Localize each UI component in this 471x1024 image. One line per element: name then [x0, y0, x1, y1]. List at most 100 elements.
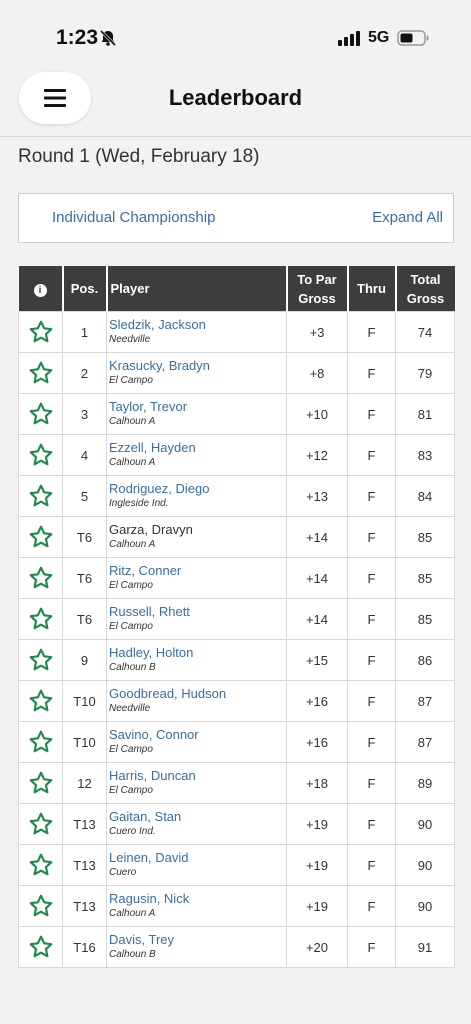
player-cell[interactable]: Russell, Rhett El Campo — [106, 598, 287, 640]
table-row[interactable]: T10 Goodbread, Hudson Needville +16 F 87 — [18, 680, 455, 722]
championship-link[interactable]: Individual Championship — [52, 209, 215, 226]
star-icon[interactable] — [19, 565, 62, 591]
favorite-star-cell[interactable] — [18, 639, 63, 681]
favorite-star-cell[interactable] — [18, 762, 63, 804]
favorite-star-cell[interactable] — [18, 557, 63, 599]
star-icon[interactable] — [19, 729, 62, 755]
player-cell[interactable]: Garza, Dravyn Calhoun A — [106, 516, 287, 558]
player-name-link[interactable]: Gaitan, Stan — [109, 809, 286, 825]
favorite-star-cell[interactable] — [18, 803, 63, 845]
player-name-link[interactable]: Taylor, Trevor — [109, 399, 286, 415]
leaderboard-body: 1 Sledzik, Jackson Needville +3 F 74 2 Krasucky… — [18, 311, 455, 968]
table-row[interactable]: 9 Hadley, Holton Calhoun B +15 F 86 — [18, 639, 455, 681]
position-cell: T6 — [62, 557, 107, 599]
total-cell: 91 — [395, 926, 455, 968]
favorite-star-cell[interactable] — [18, 885, 63, 927]
player-name-link[interactable]: Savino, Connor — [109, 727, 286, 743]
star-icon[interactable] — [19, 852, 62, 878]
info-icon[interactable]: i — [33, 284, 47, 297]
table-row[interactable]: 12 Harris, Duncan El Campo +18 F 89 — [18, 762, 455, 804]
favorite-star-cell[interactable] — [18, 393, 63, 435]
player-cell[interactable]: Savino, Connor El Campo — [106, 721, 287, 763]
table-row[interactable]: T10 Savino, Connor El Campo +16 F 87 — [18, 721, 455, 763]
player-cell[interactable]: Goodbread, Hudson Needville — [106, 680, 287, 722]
favorite-star-cell[interactable] — [18, 721, 63, 763]
player-name-link[interactable]: Garza, Dravyn — [109, 522, 286, 538]
player-name-link[interactable]: Ragusin, Nick — [109, 891, 286, 907]
favorite-star-cell[interactable] — [18, 926, 63, 968]
player-name-link[interactable]: Krasucky, Bradyn — [109, 358, 286, 374]
table-row[interactable]: T13 Gaitan, Stan Cuero Ind. +19 F 90 — [18, 803, 455, 845]
player-cell[interactable]: Ritz, Conner El Campo — [106, 557, 287, 599]
star-icon[interactable] — [19, 770, 62, 796]
table-row[interactable]: T6 Garza, Dravyn Calhoun A +14 F 85 — [18, 516, 455, 558]
player-school: Ingleside Ind. — [109, 498, 169, 509]
favorite-star-cell[interactable] — [18, 680, 63, 722]
star-icon[interactable] — [19, 893, 62, 919]
player-cell[interactable]: Rodriguez, Diego Ingleside Ind. — [106, 475, 287, 517]
table-row[interactable]: T13 Ragusin, Nick Calhoun A +19 F 90 — [18, 885, 455, 927]
star-icon[interactable] — [19, 442, 62, 468]
favorite-star-cell[interactable] — [18, 475, 63, 517]
star-icon[interactable] — [19, 688, 62, 714]
player-cell[interactable]: Ezzell, Hayden Calhoun A — [106, 434, 287, 476]
table-row[interactable]: 5 Rodriguez, Diego Ingleside Ind. +13 F 84 — [18, 475, 455, 517]
table-row[interactable]: T13 Leinen, David Cuero +19 F 90 — [18, 844, 455, 886]
player-cell[interactable]: Hadley, Holton Calhoun B — [106, 639, 287, 681]
table-row[interactable]: T16 Davis, Trey Calhoun B +20 F 91 — [18, 926, 455, 968]
player-name-link[interactable]: Sledzik, Jackson — [109, 317, 286, 333]
star-icon[interactable] — [19, 811, 62, 837]
favorite-star-cell[interactable] — [18, 434, 63, 476]
favorite-star-cell[interactable] — [18, 352, 63, 394]
table-row[interactable]: 1 Sledzik, Jackson Needville +3 F 74 — [18, 311, 455, 353]
star-icon[interactable] — [19, 483, 62, 509]
player-cell[interactable]: Ragusin, Nick Calhoun A — [106, 885, 287, 927]
player-school: El Campo — [109, 744, 153, 755]
table-row[interactable]: 3 Taylor, Trevor Calhoun A +10 F 81 — [18, 393, 455, 435]
player-school: El Campo — [109, 785, 153, 796]
status-bar: 1:23 5G — [0, 0, 471, 62]
star-icon[interactable] — [19, 524, 62, 550]
position-cell: T6 — [62, 516, 107, 558]
player-cell[interactable]: Harris, Duncan El Campo — [106, 762, 287, 804]
thru-cell: F — [347, 639, 396, 681]
network-type: 5G — [368, 29, 390, 46]
player-name-link[interactable]: Ezzell, Hayden — [109, 440, 286, 456]
expand-all-link[interactable]: Expand All — [372, 209, 443, 226]
championship-bar[interactable]: Individual Championship Expand All — [18, 193, 454, 243]
thru-cell: F — [347, 926, 396, 968]
player-name-link[interactable]: Hadley, Holton — [109, 645, 286, 661]
table-row[interactable]: T6 Russell, Rhett El Campo +14 F 85 — [18, 598, 455, 640]
table-row[interactable]: 2 Krasucky, Bradyn El Campo +8 F 79 — [18, 352, 455, 394]
to-par-cell: +14 — [286, 516, 348, 558]
thru-cell: F — [347, 762, 396, 804]
star-icon[interactable] — [19, 934, 62, 960]
info-header[interactable]: i — [18, 266, 64, 312]
table-row[interactable]: 4 Ezzell, Hayden Calhoun A +12 F 83 — [18, 434, 455, 476]
star-icon[interactable] — [19, 401, 62, 427]
star-icon[interactable] — [19, 360, 62, 386]
table-row[interactable]: T6 Ritz, Conner El Campo +14 F 85 — [18, 557, 455, 599]
star-icon[interactable] — [19, 319, 62, 345]
player-name-link[interactable]: Ritz, Conner — [109, 563, 286, 579]
star-icon[interactable] — [19, 647, 62, 673]
player-name-link[interactable]: Leinen, David — [109, 850, 286, 866]
player-cell[interactable]: Sledzik, Jackson Needville — [106, 311, 287, 353]
player-cell[interactable]: Davis, Trey Calhoun B — [106, 926, 287, 968]
favorite-star-cell[interactable] — [18, 598, 63, 640]
player-name-link[interactable]: Harris, Duncan — [109, 768, 286, 784]
player-name-link[interactable]: Goodbread, Hudson — [109, 686, 286, 702]
player-header: Player — [106, 266, 288, 312]
player-name-link[interactable]: Davis, Trey — [109, 932, 286, 948]
player-cell[interactable]: Leinen, David Cuero — [106, 844, 287, 886]
thru-cell: F — [347, 803, 396, 845]
favorite-star-cell[interactable] — [18, 311, 63, 353]
favorite-star-cell[interactable] — [18, 844, 63, 886]
player-cell[interactable]: Gaitan, Stan Cuero Ind. — [106, 803, 287, 845]
star-icon[interactable] — [19, 606, 62, 632]
player-cell[interactable]: Taylor, Trevor Calhoun A — [106, 393, 287, 435]
player-name-link[interactable]: Russell, Rhett — [109, 604, 286, 620]
player-name-link[interactable]: Rodriguez, Diego — [109, 481, 286, 497]
favorite-star-cell[interactable] — [18, 516, 63, 558]
player-cell[interactable]: Krasucky, Bradyn El Campo — [106, 352, 287, 394]
